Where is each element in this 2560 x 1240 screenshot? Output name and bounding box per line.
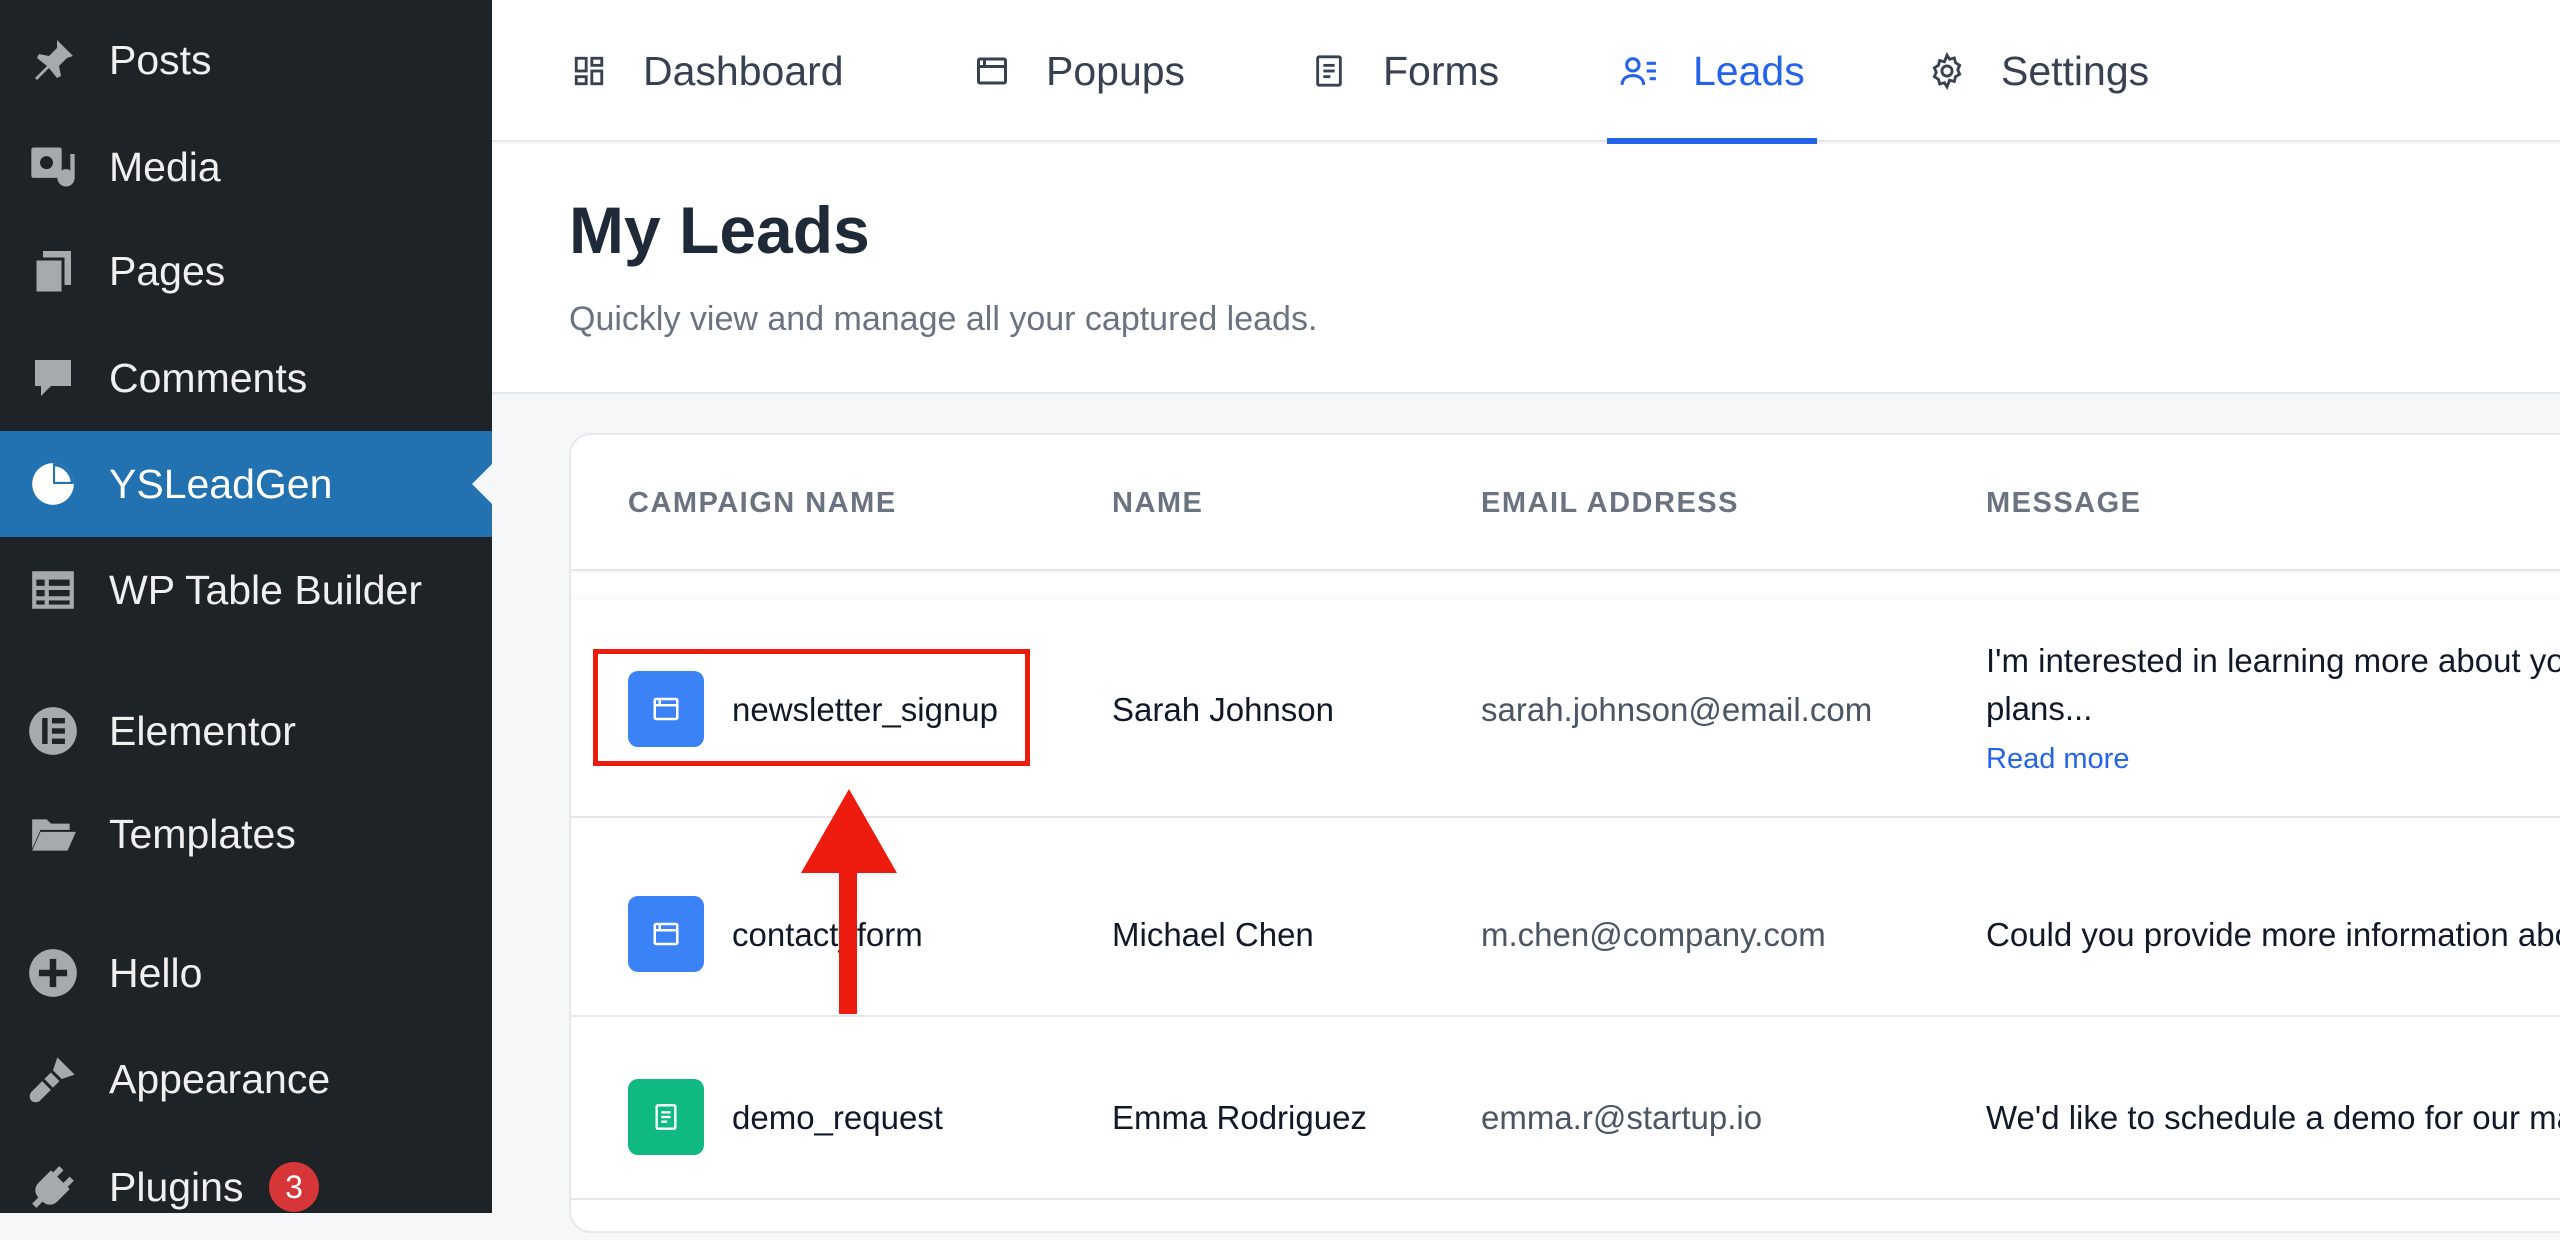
tab-label: Popups [1046,48,1185,95]
sidebar-item-label: Templates [109,811,296,858]
sidebar-item-appearance[interactable]: Appearance [0,1026,492,1132]
tab-label: Dashboard [643,48,844,95]
lead-message-line: We'd like to schedule a demo for our ma [1986,1099,2560,1137]
popup-window-icon [628,896,704,972]
sidebar-item-label: Comments [109,355,307,402]
tab-settings[interactable]: Settings [1927,0,2149,142]
tab-label: Settings [2001,48,2149,95]
lead-email: sarah.johnson@email.com [1481,691,1872,729]
table-icon [26,563,80,617]
lead-email: m.chen@company.com [1481,916,1826,954]
table-header: CAMPAIGN NAME NAME EMAIL ADDRESS MESSAGE [571,435,2560,571]
sidebar-item-comments[interactable]: Comments [0,325,492,431]
sidebar-item-label: Pages [109,248,225,295]
pushpin-icon [26,33,80,87]
media-icon [26,140,80,194]
sidebar-item-label: Hello [109,950,202,997]
tab-label: Forms [1383,48,1499,95]
lead-message-line: I'm interested in learning more about yo [1986,642,2560,680]
column-header-email-address[interactable]: EMAIL ADDRESS [1481,487,1739,520]
plugins-update-count-badge: 3 [269,1162,319,1212]
column-header-message[interactable]: MESSAGE [1986,487,2142,520]
sidebar-item-label: Media [109,144,221,191]
plug-icon [26,1160,80,1214]
leads-user-icon [1619,51,1659,91]
tab-popups[interactable]: Popups [972,0,1185,142]
sidebar-item-label: Appearance [109,1056,330,1103]
sidebar-item-hello[interactable]: Hello [0,920,492,1026]
sidebar-item-ysleadgen[interactable]: YSLeadGen [0,431,492,537]
annotation-highlight-box [593,649,1030,766]
tab-leads[interactable]: Leads [1607,0,1817,142]
sidebar-item-label: Plugins [109,1164,243,1211]
lead-message-line: plans... [1986,690,2092,728]
sidebar-item-plugins[interactable]: Plugins 3 [0,1134,492,1240]
form-document-icon [628,1079,704,1155]
lead-name: Emma Rodriguez [1112,1099,1367,1137]
page-title: My Leads [569,192,870,268]
tab-label: Leads [1693,48,1805,95]
campaign-name[interactable]: contact_form [732,916,923,954]
sidebar-item-media[interactable]: Media [0,114,492,220]
pages-icon [26,244,80,298]
lead-message-line: Could you provide more information abo [1986,916,2560,954]
form-document-icon [1309,51,1349,91]
tab-dashboard[interactable]: Dashboard [569,0,844,142]
dashboard-grid-icon [569,51,609,91]
sidebar-item-elementor[interactable]: Elementor [0,678,492,784]
sidebar-item-label: WP Table Builder [109,567,422,614]
read-more-link[interactable]: Read more [1986,743,2129,776]
column-header-campaign-name[interactable]: CAMPAIGN NAME [628,487,897,520]
lead-email: emma.r@startup.io [1481,1099,1762,1137]
campaign-name[interactable]: demo_request [732,1099,943,1137]
table-row[interactable]: contact_form Michael Chen m.chen@company… [571,852,2560,1017]
folder-icon [26,807,80,861]
page-subtitle: Quickly view and manage all your capture… [569,300,1317,339]
page-header: My Leads Quickly view and manage all you… [492,144,2560,394]
sidebar-item-templates[interactable]: Templates [0,781,492,887]
paintbrush-icon [26,1052,80,1106]
table-row[interactable]: demo_request Emma Rodriguez emma.r@start… [571,1035,2560,1200]
lead-name: Michael Chen [1112,916,1314,954]
plugin-tab-bar: Dashboard Popups Forms Leads Settings [492,0,2560,142]
column-header-name[interactable]: NAME [1112,487,1203,520]
admin-sidebar: Posts Media Pages Comments YSLeadGen WP … [0,0,492,1213]
plus-circle-icon [26,946,80,1000]
pie-chart-icon [26,457,80,511]
sidebar-item-label: Elementor [109,708,296,755]
sidebar-item-label: YSLeadGen [109,461,332,508]
gear-icon [1927,51,1967,91]
lead-name: Sarah Johnson [1112,691,1334,729]
sidebar-item-posts[interactable]: Posts [0,7,492,113]
comment-icon [26,351,80,405]
sidebar-item-wp-table-builder[interactable]: WP Table Builder [0,537,492,643]
sidebar-item-label: Posts [109,37,212,84]
annotation-arrow-head [801,789,897,873]
popup-window-icon [972,51,1012,91]
sidebar-item-pages[interactable]: Pages [0,218,492,324]
elementor-icon [26,704,80,758]
tab-forms[interactable]: Forms [1309,0,1499,142]
annotation-arrow-shaft [839,866,857,1014]
